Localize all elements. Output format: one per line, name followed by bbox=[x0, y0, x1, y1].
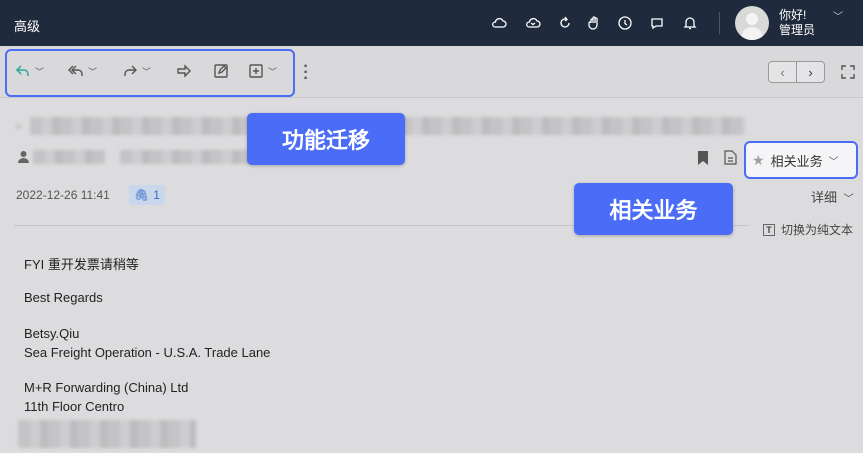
redirect-button[interactable] bbox=[175, 61, 193, 81]
user-role: 管理员 bbox=[779, 23, 816, 37]
mail-date: 2022-12-26 11:41 bbox=[16, 188, 110, 202]
body-line: M+R Forwarding (China) Ltd bbox=[24, 380, 189, 395]
reply-button[interactable]: ﹀ bbox=[14, 61, 44, 81]
chat-icon[interactable] bbox=[648, 14, 666, 32]
body-line: Best Regards bbox=[24, 290, 103, 305]
app-title: 高级 bbox=[14, 19, 41, 34]
bookmark-icon[interactable] bbox=[697, 151, 709, 165]
more-icon[interactable]: · · · bbox=[303, 59, 309, 87]
body-line: FYI 重开发票请稍等 bbox=[24, 257, 139, 272]
next-mail-button[interactable]: › bbox=[796, 62, 824, 82]
star-icon: ★ bbox=[752, 151, 765, 168]
switch-plain-text-button[interactable]: T 切换为纯文本 bbox=[763, 221, 853, 238]
prev-mail-button[interactable]: ‹ bbox=[769, 62, 796, 82]
detail-toggle[interactable]: 详细 ﹀ bbox=[811, 187, 854, 206]
redacted-dot bbox=[16, 124, 21, 129]
hand-icon[interactable] bbox=[585, 14, 603, 32]
callout-feature-migration: 功能迁移 bbox=[247, 113, 405, 165]
redacted-subject bbox=[30, 117, 260, 135]
related-business-label: 相关业务 bbox=[770, 153, 823, 169]
redacted-sender-email bbox=[120, 150, 250, 164]
paperclip-icon: 🖇 bbox=[134, 188, 150, 202]
reply-all-button[interactable]: ﹀ bbox=[67, 61, 97, 81]
topbar-divider bbox=[719, 12, 720, 34]
user-greeting[interactable]: 你好! 管理员 bbox=[779, 8, 815, 38]
chevron-down-icon[interactable]: ﹀ bbox=[88, 65, 97, 78]
forward-button[interactable]: ﹀ bbox=[121, 61, 151, 81]
callout-related-business: 相关业务 bbox=[574, 183, 733, 235]
mail-toolbar: ﹀ ﹀ ﹀ ﹀ bbox=[0, 46, 863, 98]
chevron-down-icon[interactable]: ﹀ bbox=[833, 8, 843, 23]
edit-button[interactable] bbox=[212, 61, 230, 81]
chevron-down-icon: ﹀ bbox=[843, 194, 854, 205]
greeting-text: 你好! bbox=[779, 8, 807, 22]
top-bar: 高级 你好! 管理员 ﹀ bbox=[0, 0, 863, 46]
chevron-down-icon: ﹀ bbox=[828, 156, 839, 168]
body-line: 11th Floor Centro bbox=[24, 399, 125, 414]
body-line: Sea Freight Operation - U.S.A. Trade Lan… bbox=[24, 345, 271, 360]
redacted-subject-tail bbox=[400, 117, 745, 135]
body-line: Betsy.Qiu bbox=[24, 326, 80, 341]
mail-pager: ‹ › bbox=[768, 61, 825, 83]
add-button[interactable]: ﹀ bbox=[247, 61, 277, 81]
person-icon bbox=[18, 151, 29, 163]
detail-label: 详细 bbox=[811, 190, 838, 205]
chevron-down-icon[interactable]: ﹀ bbox=[268, 65, 277, 78]
chevron-down-icon[interactable]: ﹀ bbox=[35, 65, 44, 78]
avatar[interactable] bbox=[735, 6, 769, 40]
cloud-mail-icon[interactable] bbox=[524, 14, 542, 32]
bell-icon[interactable] bbox=[681, 14, 699, 32]
attachment-count: 1 bbox=[153, 188, 160, 202]
text-icon: T bbox=[763, 223, 775, 236]
document-icon[interactable] bbox=[724, 150, 737, 165]
fullscreen-icon[interactable] bbox=[840, 64, 856, 80]
redacted-address bbox=[18, 420, 196, 448]
cloud-icon[interactable] bbox=[490, 14, 508, 32]
chevron-down-icon[interactable]: ﹀ bbox=[142, 65, 151, 78]
refresh-icon[interactable] bbox=[556, 14, 574, 32]
attachment-badge[interactable]: 🖇 1 bbox=[129, 185, 165, 205]
related-business-button[interactable]: ★ 相关业务 ﹀ bbox=[744, 141, 858, 179]
clock-icon[interactable] bbox=[616, 14, 634, 32]
redacted-sender bbox=[33, 150, 105, 164]
plain-text-label: 切换为纯文本 bbox=[781, 223, 854, 237]
